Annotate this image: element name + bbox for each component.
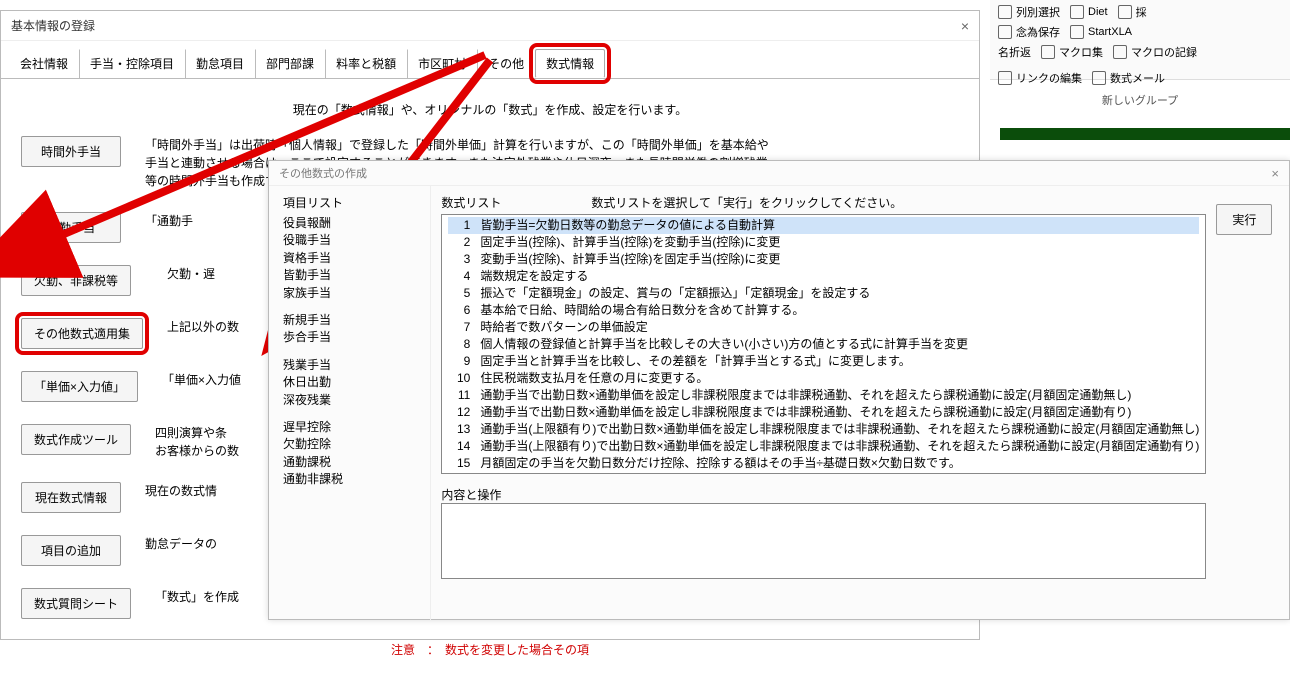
- list-item[interactable]: 家族手当: [283, 285, 422, 302]
- dialog1-close-icon[interactable]: ×: [961, 18, 969, 34]
- ribbon-group: 列別選択 Diet 採 念為保存 StartXLA 名折返 マクロ集 マクロの記…: [990, 0, 1290, 80]
- item-group-2[interactable]: 新規手当 歩合手当: [283, 312, 422, 347]
- formula-row[interactable]: 9固定手当と計算手当を比較し、その差額を「計算手当とする式」に変更します。: [448, 353, 1199, 370]
- list-item[interactable]: 新規手当: [283, 312, 422, 329]
- exec-button[interactable]: 実行: [1216, 204, 1272, 235]
- tab-attendance[interactable]: 勤怠項目: [185, 49, 255, 78]
- list-item[interactable]: 通勤非課税: [283, 471, 422, 488]
- formula-row[interactable]: 12通勤手当で出勤日数×通勤単価を設定し非課税限度までは非課税通勤、それを超えた…: [448, 404, 1199, 421]
- formula-row[interactable]: 2固定手当(控除)、計算手当(控除)を変動手当(控除)に変更: [448, 234, 1199, 251]
- btn-absence-nontax[interactable]: 欠勤、非課税等: [21, 265, 131, 296]
- ribbon-edit-links[interactable]: リンクの編集: [998, 70, 1082, 86]
- item-group-4[interactable]: 遅早控除 欠勤控除 通勤課税 通勤非課税: [283, 419, 422, 489]
- ribbon-label: 名折返: [998, 44, 1031, 60]
- list-item[interactable]: 残業手当: [283, 357, 422, 374]
- tab-rates[interactable]: 料率と税額: [325, 49, 407, 78]
- ribbon-macro-record[interactable]: マクロの記録: [1113, 44, 1197, 60]
- item-group-1[interactable]: 役員報酬 役職手当 資格手当 皆勤手当 家族手当: [283, 215, 422, 302]
- dialog1-notice: 注意 ： 数式を変更した場合その項: [21, 641, 959, 658]
- ribbon-label: StartXLA: [1088, 26, 1132, 38]
- tab-formula-info[interactable]: 数式情報: [535, 49, 605, 78]
- list-item[interactable]: 通勤課税: [283, 454, 422, 471]
- formula-row[interactable]: 6基本給で日給、時間給の場合有給日数分を含めて計算する。: [448, 302, 1199, 319]
- item-group-3[interactable]: 残業手当 休日出勤 深夜残業: [283, 357, 422, 409]
- formula-listbox[interactable]: 1皆勤手当=欠勤日数等の勤怠データの値による自動計算2固定手当(控除)、計算手当…: [441, 214, 1206, 474]
- list-item[interactable]: 歩合手当: [283, 329, 422, 346]
- btn-add-item[interactable]: 項目の追加: [21, 535, 121, 566]
- ribbon-label: 列別選択: [1016, 4, 1060, 20]
- formula-row[interactable]: 10住民税端数支払月を任意の月に変更する。: [448, 370, 1199, 387]
- ribbon-label: Diet: [1088, 6, 1108, 18]
- sheet-green-bar: [1000, 128, 1290, 140]
- list-item[interactable]: 役職手当: [283, 232, 422, 249]
- ribbon-col-select[interactable]: 列別選択: [998, 4, 1060, 20]
- btn-formula-question-sheet[interactable]: 数式質問シート: [21, 588, 131, 619]
- ribbon-label: 採: [1136, 4, 1147, 20]
- formula-row[interactable]: 16月額固定の通勤手当を欠勤日数分だけ控除、控除するは課税通勤からとし、それを超…: [448, 472, 1199, 474]
- ribbon-group-label: 新しいグループ: [990, 92, 1290, 108]
- formula-row[interactable]: 13通勤手当(上限額有り)で出勤日数×通勤単価を設定し非課税限度までは非課税通勤…: [448, 421, 1199, 438]
- formula-row[interactable]: 4端数規定を設定する: [448, 268, 1199, 285]
- ribbon-wrap[interactable]: 名折返: [998, 44, 1031, 60]
- list-item[interactable]: 遅早控除: [283, 419, 422, 436]
- ribbon-label: 念為保存: [1016, 24, 1060, 40]
- dialog2-close-icon[interactable]: ×: [1271, 166, 1279, 181]
- list-item[interactable]: 資格手当: [283, 250, 422, 267]
- dialog2-title-text: その他数式の作成: [279, 165, 367, 181]
- formula-panel: 数式リスト 数式リストを選択して「実行」をクリックしてください。 1皆勤手当=欠…: [431, 186, 1216, 620]
- formula-row[interactable]: 8個人情報の登録値と計算手当を比較しその大きい(小さい)方の値とする式に計算手当…: [448, 336, 1199, 353]
- formula-row[interactable]: 1皆勤手当=欠勤日数等の勤怠データの値による自動計算: [448, 217, 1199, 234]
- btn-current-formula-info[interactable]: 現在数式情報: [21, 482, 121, 513]
- list-item[interactable]: 深夜残業: [283, 392, 422, 409]
- btn-commute-allowance[interactable]: 通勤手当: [21, 212, 121, 243]
- ribbon-label: マクロ集: [1059, 44, 1103, 60]
- ribbon-label: マクロの記録: [1131, 44, 1197, 60]
- dialog1-titlebar: 基本情報の登録 ×: [1, 11, 979, 41]
- content-ops-box: [441, 503, 1206, 579]
- formula-row[interactable]: 5振込で「定額現金」の設定、賞与の「定額振込」「定額現金」を設定する: [448, 285, 1199, 302]
- list-item[interactable]: 欠勤控除: [283, 436, 422, 453]
- list-item[interactable]: 皆勤手当: [283, 267, 422, 284]
- formula-list-heading: 数式リスト: [441, 194, 501, 211]
- dialog1-title-text: 基本情報の登録: [11, 17, 95, 34]
- ribbon-sai[interactable]: 採: [1118, 4, 1147, 20]
- tab-other[interactable]: その他: [477, 49, 535, 78]
- dialog2-titlebar: その他数式の作成 ×: [269, 161, 1289, 186]
- list-item[interactable]: 休日出勤: [283, 374, 422, 391]
- item-list-heading: 項目リスト: [283, 194, 422, 211]
- formula-instruction: 数式リストを選択して「実行」をクリックしてください。: [591, 194, 902, 211]
- formula-row[interactable]: 11通勤手当で出勤日数×通勤単価を設定し非課税限度までは非課税通勤、それを超えた…: [448, 387, 1199, 404]
- btn-overtime-allowance[interactable]: 時間外手当: [21, 136, 121, 167]
- ribbon-diet[interactable]: Diet: [1070, 4, 1108, 20]
- ribbon-label: 数式メール: [1110, 70, 1165, 86]
- tab-department[interactable]: 部門部課: [255, 49, 325, 78]
- ribbon-macro-collection[interactable]: マクロ集: [1041, 44, 1103, 60]
- btn-formula-tool[interactable]: 数式作成ツール: [21, 424, 131, 455]
- formula-row[interactable]: 7時給者で数パターンの単価設定: [448, 319, 1199, 336]
- item-list-panel: 項目リスト 役員報酬 役職手当 資格手当 皆勤手当 家族手当 新規手当 歩合手当…: [269, 186, 431, 620]
- dialog1-tabs: 会社情報 手当・控除項目 勤怠項目 部門部課 料率と税額 市区町村 その他 数式…: [1, 41, 979, 79]
- tab-allowance[interactable]: 手当・控除項目: [79, 49, 185, 78]
- ribbon-temp-save[interactable]: 念為保存: [998, 24, 1060, 40]
- ribbon-formula-mail[interactable]: 数式メール: [1092, 70, 1165, 86]
- btn-unit-times-input[interactable]: 「単価×入力値」: [21, 371, 138, 402]
- tab-company[interactable]: 会社情報: [9, 49, 79, 78]
- btn-other-formula-collection[interactable]: その他数式適用集: [21, 318, 143, 349]
- formula-row[interactable]: 3変動手当(控除)、計算手当(控除)を固定手当(控除)に変更: [448, 251, 1199, 268]
- formula-row[interactable]: 14通勤手当(上限額有り)で出勤日数×通勤単価を設定し非課税限度までは非課税通勤…: [448, 438, 1199, 455]
- dialog-other-formula: その他数式の作成 × 項目リスト 役員報酬 役職手当 資格手当 皆勤手当 家族手…: [268, 160, 1290, 620]
- ribbon-startxla[interactable]: StartXLA: [1070, 24, 1132, 40]
- tab-city[interactable]: 市区町村: [407, 49, 477, 78]
- list-item[interactable]: 役員報酬: [283, 215, 422, 232]
- dialog1-description: 現在の「数式情報」や、オリジナルの「数式」を作成、設定を行います。: [21, 101, 959, 118]
- ribbon-label: リンクの編集: [1016, 70, 1082, 86]
- formula-row[interactable]: 15月額固定の手当を欠勤日数分だけ控除、控除する額はその手当÷基礎日数×欠勤日数…: [448, 455, 1199, 472]
- content-ops-label: 内容と操作: [441, 486, 1206, 503]
